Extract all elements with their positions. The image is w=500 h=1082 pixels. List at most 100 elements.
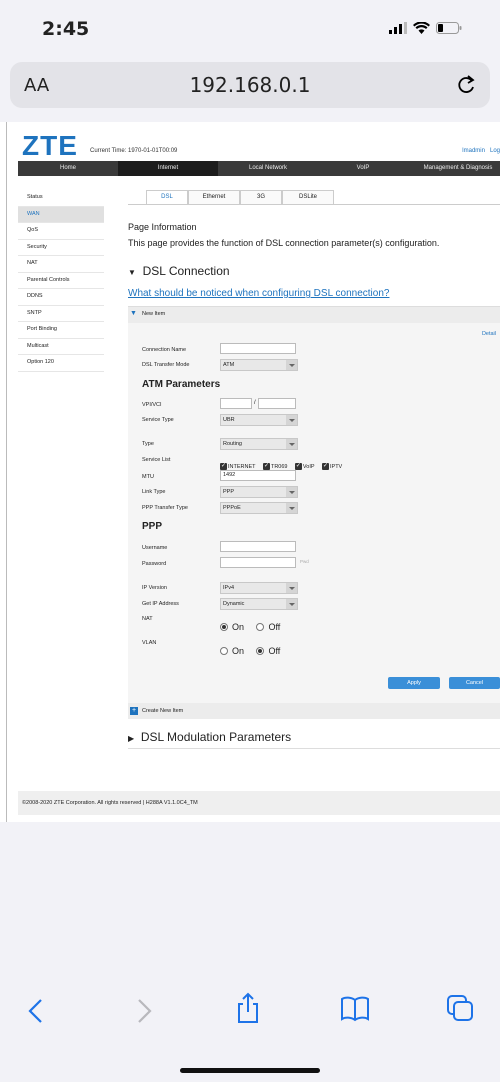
dsl-connection-header[interactable]: ▼ DSL Connection	[128, 264, 230, 278]
nat-on-label: On	[232, 622, 245, 632]
footer: ©2008-2020 ZTE Corporation. All rights r…	[18, 791, 500, 815]
page-info-desc: This page provides the function of DSL c…	[128, 238, 440, 248]
check-icon: ✓	[220, 463, 227, 470]
tabs-icon[interactable]	[446, 994, 474, 1022]
ppp-transfer-label: PPP Transfer Type	[142, 505, 188, 511]
tab-dsl[interactable]: DSL	[146, 190, 188, 205]
get-ip-value: Dynamic	[223, 601, 245, 607]
vci-input[interactable]	[258, 398, 296, 409]
mtu-input[interactable]: 1492	[220, 470, 296, 481]
nat-label: NAT	[142, 616, 153, 622]
service-tr069-checkbox[interactable]: ✓ TR069	[262, 463, 287, 470]
tab-divider	[128, 204, 500, 205]
dsl-mode-value: ATM	[223, 362, 235, 368]
username-label: Username	[142, 545, 168, 551]
nav-internet[interactable]: Internet	[118, 161, 218, 176]
type-select[interactable]: Routing	[220, 438, 298, 450]
sidebar-item-sntp[interactable]: SNTP	[18, 306, 104, 322]
service-type-select[interactable]: UBR	[220, 414, 298, 426]
sidebar-item-wan[interactable]: WAN	[18, 206, 104, 223]
sidebar-item-status[interactable]: Status	[18, 190, 104, 207]
check-icon: ✓	[294, 463, 302, 470]
ip-version-label: IP Version	[142, 585, 167, 591]
service-voip-checkbox[interactable]: ✓ VoIP	[294, 463, 315, 470]
router-page: ZTE Current Time: 1970-01-01T00:09 lmadm…	[0, 122, 500, 822]
sidebar: Status WAN QoS Security NAT Parental Con…	[18, 190, 104, 372]
user-name: lmadmin	[462, 148, 485, 154]
share-icon[interactable]	[236, 992, 260, 1024]
nav-voip[interactable]: VoIP	[318, 161, 408, 176]
password-hint: Pwd	[300, 559, 309, 564]
logout-link[interactable]: Log	[490, 148, 500, 154]
check-icon: ✓	[322, 463, 329, 470]
dsl-modulation-header[interactable]: ▶ DSL Modulation Parameters	[128, 730, 291, 744]
service-internet-checkbox[interactable]: ✓ INTERNET	[220, 463, 256, 470]
reload-icon[interactable]	[456, 74, 476, 96]
create-new-item-bar[interactable]: + Create New Item	[128, 703, 500, 719]
vlan-radio-group: On Off	[220, 642, 288, 660]
ppp-title: PPP	[142, 521, 163, 532]
dsl-notice-link[interactable]: What should be noticed when configuring …	[128, 288, 389, 299]
link-type-label: Link Type	[142, 489, 166, 495]
nat-off-radio[interactable]: Off	[256, 622, 280, 632]
vpi-input[interactable]	[220, 398, 252, 409]
vlan-off-radio[interactable]: Off	[256, 646, 280, 656]
nav-management[interactable]: Management & Diagnosis	[408, 161, 500, 176]
nav-home[interactable]: Home	[18, 161, 118, 176]
new-item-bar[interactable]: ▼ New Item	[128, 307, 500, 323]
vlan-on-radio[interactable]: On	[220, 646, 244, 656]
vlan-off-label: Off	[268, 646, 281, 656]
sidebar-item-parental-controls[interactable]: Parental Controls	[18, 273, 104, 289]
nat-on-radio[interactable]: On	[220, 622, 244, 632]
sidebar-item-multicast[interactable]: Multicast	[18, 339, 104, 355]
back-icon[interactable]	[26, 998, 46, 1024]
password-label: Password	[142, 561, 167, 567]
chevron-down-icon	[286, 487, 297, 497]
dsl-modulation-title: DSL Modulation Parameters	[140, 730, 292, 744]
connection-name-label: Connection Name	[142, 347, 187, 353]
ppp-transfer-select[interactable]: PPPoE	[220, 502, 298, 514]
browser-bottom-area	[0, 822, 500, 1082]
chevron-down-icon	[286, 439, 297, 449]
url-text[interactable]: 192.168.0.1	[10, 73, 490, 97]
wifi-icon	[413, 22, 430, 34]
detail-link[interactable]: Detail	[482, 331, 496, 337]
sidebar-item-ddns[interactable]: DDNS	[18, 289, 104, 306]
apply-button[interactable]: Apply	[388, 677, 440, 689]
dsl-mode-label: DSL Transfer Mode	[142, 362, 190, 368]
connection-name-input[interactable]	[220, 343, 296, 354]
service-iptv-checkbox[interactable]: ✓ IPTV	[322, 463, 342, 470]
ppp-transfer-value: PPPoE	[223, 505, 241, 511]
vlan-on-label: On	[232, 646, 245, 656]
chevron-down-icon	[286, 503, 297, 513]
browser-chrome: 2:45 AA 192.168.0.1	[0, 0, 500, 122]
tab-ethernet[interactable]: Ethernet	[188, 190, 240, 205]
nav-local-network[interactable]: Local Network	[218, 161, 318, 176]
home-indicator	[180, 1068, 320, 1073]
password-input[interactable]	[220, 557, 296, 568]
dsl-connection-title: DSL Connection	[142, 264, 230, 278]
chevron-down-icon	[286, 599, 297, 609]
service-voip-label: VoIP	[302, 463, 315, 470]
plus-icon: +	[130, 707, 138, 715]
username-input[interactable]	[220, 541, 296, 552]
dsl-mode-select[interactable]: ATM	[220, 359, 298, 371]
sidebar-item-port-binding[interactable]: Port Binding	[18, 322, 104, 339]
service-iptv-label: IPTV	[330, 463, 343, 470]
get-ip-select[interactable]: Dynamic	[220, 598, 298, 610]
sidebar-item-option-120[interactable]: Option 120	[18, 355, 104, 372]
ip-version-select[interactable]: IPv4	[220, 582, 298, 594]
forward-icon[interactable]	[134, 998, 154, 1024]
cancel-button[interactable]: Cancel	[449, 677, 500, 689]
address-bar[interactable]: AA 192.168.0.1	[10, 62, 490, 108]
expand-triangle-icon: ▼	[130, 310, 137, 317]
sidebar-item-nat[interactable]: NAT	[18, 256, 104, 273]
zte-logo: ZTE	[22, 130, 78, 161]
sidebar-item-qos[interactable]: QoS	[18, 223, 104, 240]
tab-dslite[interactable]: DSLite	[282, 190, 334, 205]
link-type-select[interactable]: PPP	[220, 486, 298, 498]
tab-3g[interactable]: 3G	[240, 190, 282, 205]
mtu-label: MTU	[142, 474, 154, 480]
bookmarks-icon[interactable]	[340, 996, 370, 1022]
sidebar-item-security[interactable]: Security	[18, 240, 104, 256]
